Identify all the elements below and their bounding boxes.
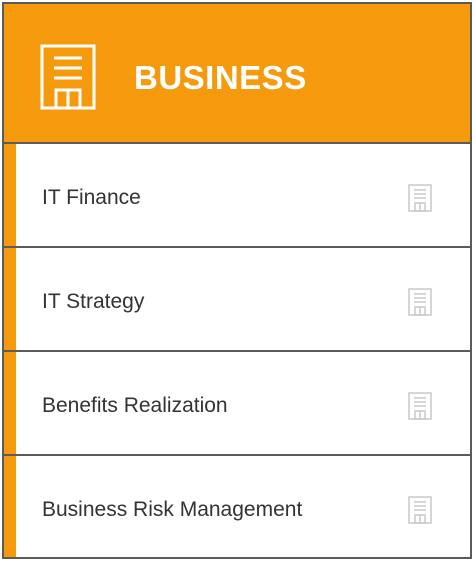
list-item-benefits-realization[interactable]: Benefits Realization bbox=[4, 352, 470, 456]
item-accent-bar bbox=[4, 352, 16, 454]
item-label: Business Risk Management bbox=[42, 498, 303, 521]
list-item-it-finance[interactable]: IT Finance bbox=[4, 144, 470, 248]
item-label: IT Strategy bbox=[42, 290, 145, 313]
list-item-it-strategy[interactable]: IT Strategy bbox=[4, 248, 470, 352]
item-label: IT Finance bbox=[42, 186, 141, 209]
building-icon bbox=[408, 288, 432, 316]
item-accent-bar bbox=[4, 456, 16, 557]
business-list: IT Finance IT Strategy Benefits Realizat… bbox=[4, 144, 470, 557]
business-panel: BUSINESS IT Finance IT Strategy Benefits… bbox=[2, 2, 472, 559]
panel-header: BUSINESS bbox=[4, 4, 470, 144]
list-item-business-risk-management[interactable]: Business Risk Management bbox=[4, 456, 470, 557]
building-icon bbox=[408, 392, 432, 420]
item-accent-bar bbox=[4, 248, 16, 350]
building-icon bbox=[408, 496, 432, 524]
item-label: Benefits Realization bbox=[42, 394, 228, 417]
panel-title: BUSINESS bbox=[134, 59, 307, 96]
building-icon bbox=[40, 44, 96, 110]
building-icon bbox=[408, 184, 432, 212]
item-accent-bar bbox=[4, 144, 16, 246]
